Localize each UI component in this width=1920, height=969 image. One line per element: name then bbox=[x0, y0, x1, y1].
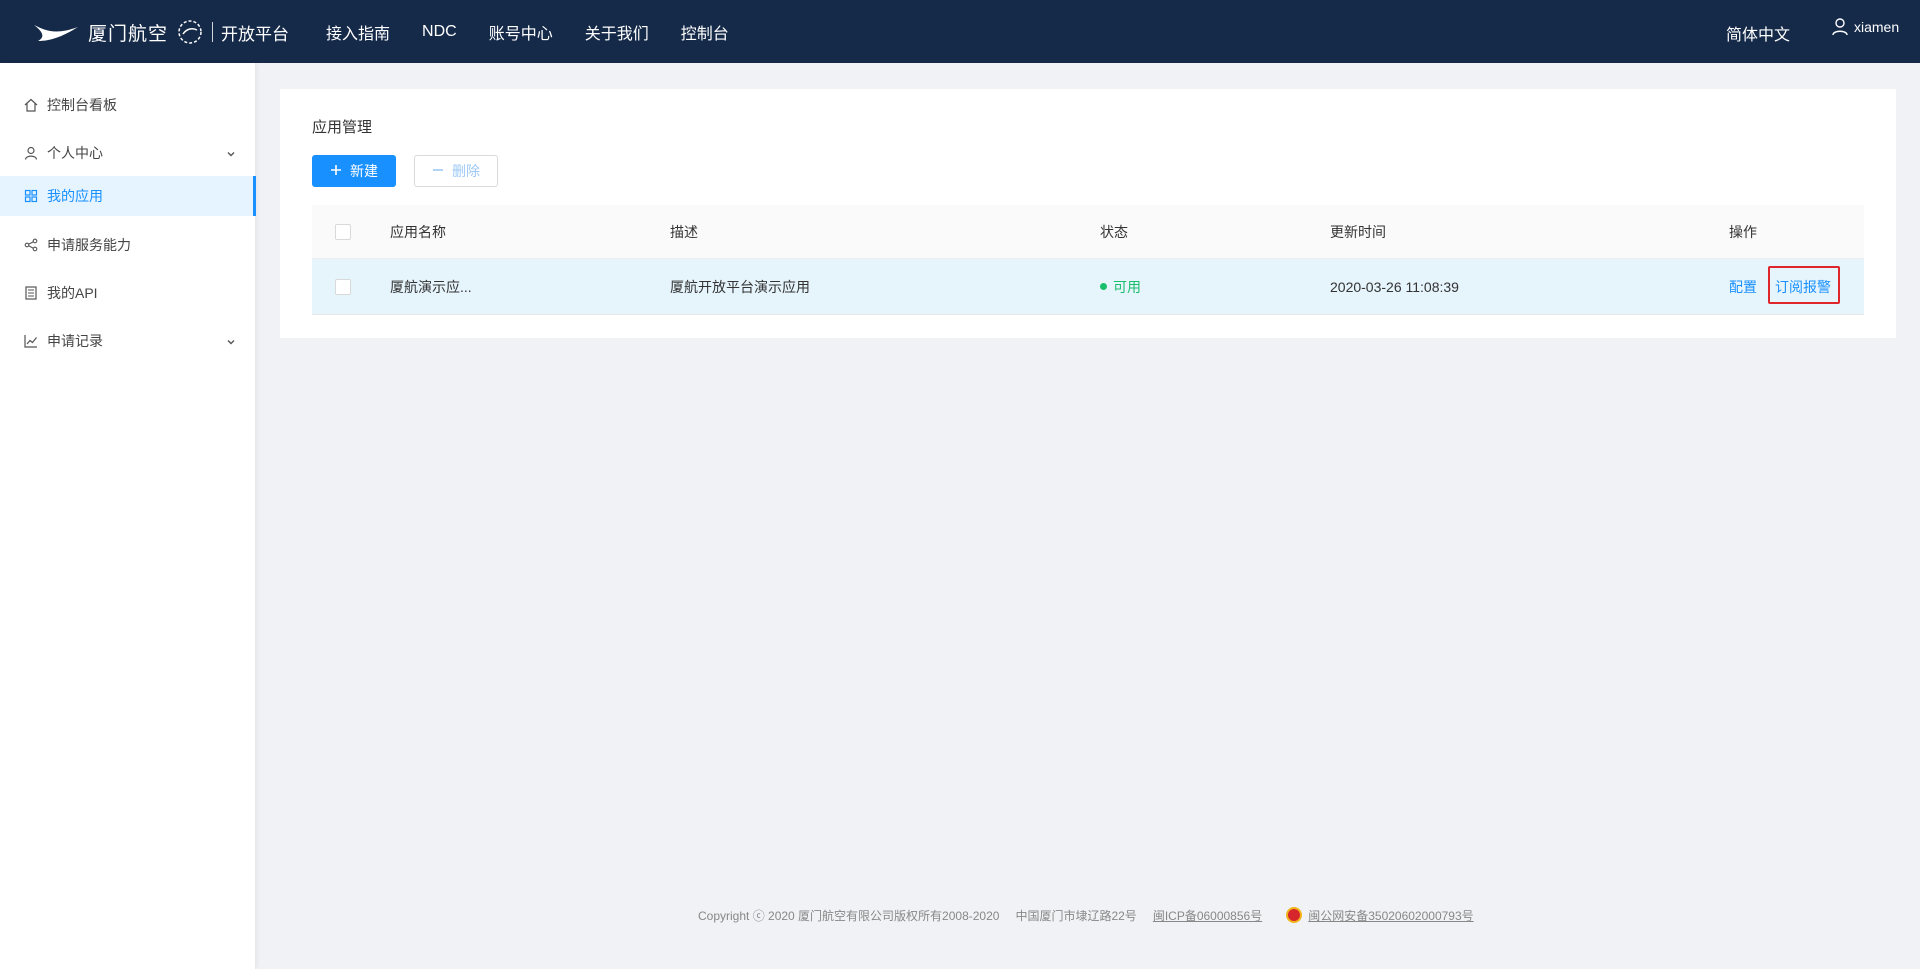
police-badge-icon bbox=[1286, 907, 1303, 923]
table-row: 厦航演示应... 厦航开放平台演示应用 可用 2020-03-26 11:08:… bbox=[312, 259, 1864, 315]
subscribe-alert-link[interactable]: 订阅报警 bbox=[1775, 259, 1831, 314]
column-header-name: 应用名称 bbox=[390, 223, 446, 240]
sidebar-item-my-apps[interactable]: 我的应用 bbox=[0, 176, 256, 216]
address-text: 中国厦门市埭辽路22号 bbox=[1015, 908, 1137, 923]
nav-about-us[interactable]: 关于我们 bbox=[585, 20, 649, 44]
new-button[interactable]: 新建 bbox=[312, 155, 396, 187]
main-nav: 接入指南 NDC 账号中心 关于我们 控制台 bbox=[310, 0, 745, 63]
status-text: 可用 bbox=[1113, 278, 1141, 295]
user-icon bbox=[24, 146, 38, 160]
copyright-text: Copyright ⓒ 2020 厦门航空有限公司版权所有2008-2020 bbox=[698, 908, 1000, 923]
sidebar-item-apply-service[interactable]: 申请服务能力 bbox=[0, 225, 256, 265]
logo-divider bbox=[212, 22, 214, 42]
chevron-down-icon bbox=[226, 146, 236, 162]
sidebar-item-label: 个人中心 bbox=[47, 145, 103, 161]
minus-icon bbox=[432, 163, 444, 179]
logo[interactable]: 厦门航空 开放平台 bbox=[32, 14, 289, 50]
nav-ndc[interactable]: NDC bbox=[422, 23, 457, 41]
emblem-icon bbox=[178, 20, 202, 44]
sidebar-item-label: 控制台看板 bbox=[47, 97, 117, 113]
column-header-actions: 操作 bbox=[1729, 223, 1757, 240]
share-icon bbox=[24, 238, 38, 252]
sidebar-item-label: 申请服务能力 bbox=[47, 237, 131, 253]
user-menu[interactable]: xiamen bbox=[1832, 18, 1899, 36]
page-title: 应用管理 bbox=[312, 119, 373, 136]
sidebar-item-personal-center[interactable]: 个人中心 bbox=[0, 133, 256, 173]
app-management-card: 应用管理 新建 删除 应用名称 描述 状态 更新时间 操作 厦航演示应... 厦… bbox=[280, 89, 1896, 338]
plus-icon bbox=[330, 163, 342, 179]
chevron-down-icon bbox=[226, 334, 236, 350]
apps-icon bbox=[24, 189, 38, 203]
app-name: 厦航演示应... bbox=[390, 278, 472, 295]
document-icon bbox=[24, 286, 38, 300]
select-all-checkbox[interactable] bbox=[335, 205, 351, 258]
sidebar-item-my-api[interactable]: 我的API bbox=[0, 273, 256, 313]
nav-account-center[interactable]: 账号中心 bbox=[489, 20, 553, 44]
column-header-description: 描述 bbox=[670, 223, 698, 240]
footer: Copyright ⓒ 2020 厦门航空有限公司版权所有2008-2020 中… bbox=[698, 906, 1490, 924]
username: xiamen bbox=[1854, 19, 1900, 35]
sidebar-item-dashboard[interactable]: 控制台看板 bbox=[0, 85, 256, 125]
sidebar: 控制台看板 个人中心 我的应用 申请服务能力 我的API 申请记录 bbox=[0, 63, 256, 969]
platform-name: 开放平台 bbox=[221, 24, 290, 44]
app-description: 厦航开放平台演示应用 bbox=[670, 278, 810, 295]
new-button-label: 新建 bbox=[350, 163, 378, 179]
language-switcher[interactable]: 简体中文 bbox=[1726, 21, 1790, 45]
nav-console[interactable]: 控制台 bbox=[681, 20, 729, 44]
delete-button[interactable]: 删除 bbox=[414, 155, 498, 187]
status-dot-icon bbox=[1100, 283, 1107, 290]
sidebar-item-label: 我的API bbox=[47, 285, 98, 301]
icp-link[interactable]: 闽ICP备06000856号 bbox=[1153, 907, 1262, 924]
sidebar-item-label: 申请记录 bbox=[47, 333, 103, 349]
home-icon bbox=[24, 98, 38, 112]
nav-access-guide[interactable]: 接入指南 bbox=[326, 20, 390, 44]
row-checkbox[interactable] bbox=[335, 259, 351, 314]
brand-name: 厦门航空 bbox=[88, 23, 169, 45]
table-header: 应用名称 描述 状态 更新时间 操作 bbox=[312, 205, 1864, 259]
top-navbar: 厦门航空 开放平台 接入指南 NDC 账号中心 关于我们 控制台 简体中文 xi… bbox=[0, 0, 1920, 63]
status-badge: 可用 bbox=[1100, 259, 1141, 314]
xiamen-airlines-logo-icon bbox=[34, 25, 78, 41]
column-header-status: 状态 bbox=[1100, 223, 1128, 240]
chart-line-icon bbox=[24, 334, 38, 348]
column-header-updated: 更新时间 bbox=[1330, 223, 1386, 240]
sidebar-item-label: 我的应用 bbox=[47, 188, 103, 204]
police-record-link[interactable]: 闽公网安备35020602000793号 bbox=[1308, 907, 1473, 924]
configure-link[interactable]: 配置 bbox=[1729, 259, 1757, 314]
delete-button-label: 删除 bbox=[452, 163, 480, 179]
updated-time: 2020-03-26 11:08:39 bbox=[1330, 278, 1459, 295]
sidebar-item-apply-records[interactable]: 申请记录 bbox=[0, 321, 256, 361]
user-icon bbox=[1832, 18, 1848, 36]
